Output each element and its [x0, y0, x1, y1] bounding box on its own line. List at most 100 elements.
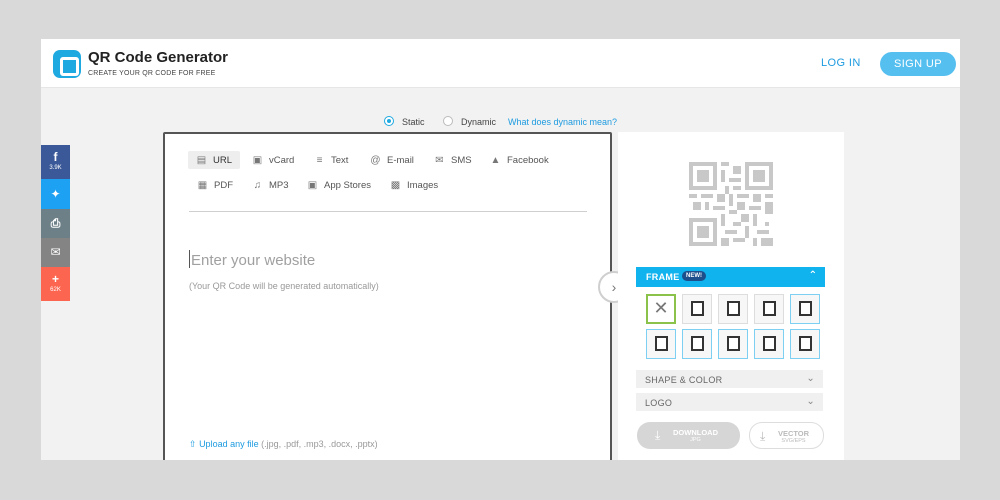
qr-type-selector: Static Dynamic What does dynamic mean?: [41, 112, 960, 128]
close-icon: ✕: [653, 298, 669, 318]
content-editor-card: ▤ URL ▣ vCard ≡ Text @ E-mail ✉ SMS ▲ Facebook…: [163, 132, 612, 460]
qr-code-preview: [689, 162, 773, 246]
frame-option[interactable]: [718, 329, 748, 359]
tab-app-stores[interactable]: ▣ App Stores: [307, 176, 371, 194]
chevron-down-icon: ⌄: [806, 373, 815, 384]
download-vector-button[interactable]: ⤓ VECTOR SVG/EPS: [749, 422, 824, 449]
vector-label: VECTOR: [777, 429, 810, 438]
shape-color-title: SHAPE & COLOR: [645, 375, 723, 385]
dynamic-help-link[interactable]: What does dynamic mean?: [508, 117, 617, 127]
print-icon: ⎙: [50, 216, 61, 230]
share-print-button[interactable]: ⎙: [41, 209, 70, 238]
text-icon: ≡: [316, 154, 323, 166]
new-badge: NEW!: [682, 271, 706, 281]
frame-option[interactable]: [754, 329, 784, 359]
frame-thumbnail-icon: [727, 336, 740, 351]
frame-thumbnail-icon: [799, 301, 812, 316]
dynamic-label[interactable]: Dynamic: [461, 117, 496, 127]
sms-icon: ✉: [435, 154, 444, 166]
tab-label: vCard: [269, 154, 295, 166]
mp3-icon: ♫: [253, 179, 262, 191]
frame-thumbnail-icon: [691, 336, 704, 351]
tab-label: Text: [331, 154, 349, 166]
images-icon: ▩: [390, 179, 401, 191]
customize-panel: FRAME NEW! ⌃ ✕ SHAPE & COLOR ⌄ LOGO ⌄ ⤓: [618, 132, 844, 460]
app-subtitle: CREATE YOUR QR CODE FOR FREE: [88, 70, 216, 77]
dynamic-radio[interactable]: [443, 116, 453, 126]
share-count: 3.9K: [49, 165, 62, 171]
tab-text[interactable]: ≡ Text: [314, 151, 349, 169]
tab-label: Images: [407, 179, 439, 191]
page: QR Code Generator CREATE YOUR QR CODE FO…: [41, 39, 960, 460]
app-title[interactable]: QR Code Generator: [88, 49, 228, 66]
frame-option[interactable]: [682, 329, 712, 359]
tab-facebook[interactable]: ▲ Facebook: [490, 151, 549, 169]
share-mail-button[interactable]: ✉: [41, 238, 70, 267]
frame-option[interactable]: [718, 294, 748, 324]
qr-logo-icon[interactable]: [53, 50, 81, 78]
upload-icon: ⇧: [189, 439, 197, 449]
upload-file-link[interactable]: ⇧ Upload any file (.jpg, .pdf, .mp3, .do…: [189, 439, 378, 450]
login-link[interactable]: LOG IN: [821, 57, 861, 69]
tab-divider: [189, 211, 587, 212]
frame-section-header[interactable]: FRAME NEW! ⌃: [636, 267, 825, 287]
url-icon: ▤: [196, 154, 207, 166]
frame-option[interactable]: [790, 329, 820, 359]
frame-thumbnail-icon: [763, 336, 776, 351]
static-radio[interactable]: [384, 116, 394, 126]
vector-format: SVG/EPS: [781, 438, 806, 444]
email-icon: @: [370, 154, 381, 166]
frame-option[interactable]: [754, 294, 784, 324]
frame-option[interactable]: [682, 294, 712, 324]
tab-label: URL: [213, 154, 233, 166]
frame-title: FRAME: [646, 272, 680, 282]
static-label[interactable]: Static: [402, 117, 425, 127]
tab-label: MP3: [269, 179, 289, 191]
tab-label: E-mail: [387, 154, 414, 166]
signup-button[interactable]: SIGN UP: [880, 52, 956, 76]
frame-thumbnail-icon: [799, 336, 812, 351]
tab-label: PDF: [214, 179, 233, 191]
app-stores-icon: ▣: [307, 179, 318, 191]
tab-pdf[interactable]: ▦ PDF: [197, 176, 233, 194]
website-url-input[interactable]: [191, 250, 581, 270]
pdf-icon: ▦: [197, 179, 208, 191]
text-caret: [189, 250, 190, 268]
mail-icon: ✉: [50, 245, 61, 259]
frame-option[interactable]: [646, 329, 676, 359]
tab-url[interactable]: ▤ URL: [188, 151, 241, 169]
tab-vcard[interactable]: ▣ vCard: [252, 151, 295, 169]
tab-label: Facebook: [507, 154, 549, 166]
download-jpg-button[interactable]: ⤓ DOWNLOAD JPG: [637, 422, 740, 449]
frame-option-none[interactable]: ✕: [646, 294, 676, 324]
header: QR Code Generator CREATE YOUR QR CODE FO…: [41, 39, 960, 88]
download-format: JPG: [690, 437, 701, 443]
auto-generate-hint: (Your QR Code will be generated automati…: [189, 281, 379, 291]
tab-label: SMS: [451, 154, 472, 166]
chevron-up-icon: ⌃: [808, 270, 817, 281]
frame-thumbnail-icon: [655, 336, 668, 351]
vcard-icon: ▣: [252, 154, 263, 166]
download-label: DOWNLOAD: [673, 428, 718, 437]
tab-images[interactable]: ▩ Images: [390, 176, 438, 194]
share-twitter-button[interactable]: ✦: [41, 179, 70, 209]
facebook-icon: f: [53, 150, 58, 164]
tab-mp3[interactable]: ♫ MP3: [252, 176, 289, 194]
share-facebook-button[interactable]: f 3.9K: [41, 145, 70, 179]
share-more-button[interactable]: + 62K: [41, 267, 70, 301]
frame-thumbnail-icon: [691, 301, 704, 316]
upload-file-types: (.jpg, .pdf, .mp3, .docx, .pptx): [258, 439, 378, 449]
frame-thumbnail-icon: [727, 301, 740, 316]
tab-sms[interactable]: ✉ SMS: [434, 151, 472, 169]
logo-section[interactable]: LOGO ⌄: [636, 393, 823, 411]
tab-email[interactable]: @ E-mail: [370, 151, 414, 169]
logo-title: LOGO: [645, 398, 673, 408]
plus-icon: +: [51, 272, 59, 286]
chevron-right-icon: ›: [611, 279, 617, 295]
upload-link-text[interactable]: Upload any file: [199, 439, 259, 449]
shape-color-section[interactable]: SHAPE & COLOR ⌄: [636, 370, 823, 388]
frame-thumbnail-icon: [763, 301, 776, 316]
tab-label: App Stores: [324, 179, 371, 191]
share-count: 62K: [50, 287, 61, 293]
frame-option[interactable]: [790, 294, 820, 324]
